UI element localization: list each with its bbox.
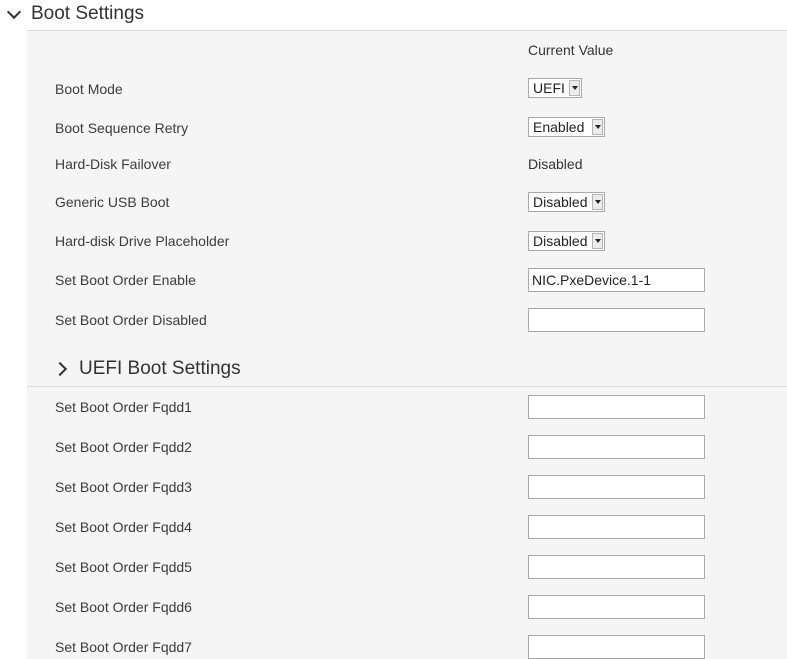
setting-label: Set Boot Order Enable <box>55 272 196 288</box>
setting-label: Set Boot Order Disabled <box>55 312 207 328</box>
setting-label: Set Boot Order Fqdd6 <box>55 599 192 615</box>
set-boot-order-fqdd1-input[interactable] <box>528 395 705 419</box>
caret-down-icon[interactable] <box>569 80 580 96</box>
select-value: Disabled <box>533 194 588 210</box>
set-boot-order-disabled-input[interactable] <box>528 308 705 332</box>
set-boot-order-fqdd6-input[interactable] <box>528 595 705 619</box>
set-boot-order-fqdd5-input[interactable] <box>528 555 705 579</box>
generic-usb-boot-select[interactable]: Disabled <box>528 192 605 212</box>
select-value: UEFI <box>533 80 565 96</box>
chevron-down-icon[interactable] <box>6 4 22 19</box>
set-boot-order-fqdd2-input[interactable] <box>528 435 705 459</box>
setting-label: Boot Sequence Retry <box>55 120 189 136</box>
setting-label: Set Boot Order Fqdd5 <box>55 559 192 575</box>
setting-label: Set Boot Order Fqdd4 <box>55 519 192 535</box>
setting-label: Set Boot Order Fqdd1 <box>55 399 192 415</box>
caret-down-icon[interactable] <box>592 233 603 249</box>
boot-mode-select[interactable]: UEFI <box>528 78 582 98</box>
setting-label: Set Boot Order Fqdd7 <box>55 639 192 655</box>
hard-disk-failover-value: Disabled <box>528 156 583 172</box>
uefi-boot-settings-header[interactable]: UEFI Boot Settings <box>27 352 787 387</box>
setting-label: Hard-disk Drive Placeholder <box>55 233 230 249</box>
boot-settings-title: Boot Settings <box>31 3 145 24</box>
setting-label: Set Boot Order Fqdd2 <box>55 439 192 455</box>
setting-label: Boot Mode <box>55 81 123 97</box>
hard-disk-drive-placeholder-select[interactable]: Disabled <box>528 231 605 251</box>
current-value-header: Current Value <box>528 42 614 58</box>
set-boot-order-fqdd4-input[interactable] <box>528 515 705 539</box>
caret-down-icon[interactable] <box>592 119 603 135</box>
setting-label: Hard-Disk Failover <box>55 156 171 172</box>
boot-settings-header[interactable]: Boot Settings <box>0 0 787 28</box>
set-boot-order-enable-input[interactable] <box>528 268 705 292</box>
select-value: Enabled <box>533 119 585 135</box>
boot-sequence-retry-select[interactable]: Enabled <box>528 117 605 137</box>
caret-down-icon[interactable] <box>592 194 603 210</box>
set-boot-order-fqdd3-input[interactable] <box>528 475 705 499</box>
select-value: Disabled <box>533 233 588 249</box>
setting-label: Set Boot Order Fqdd3 <box>55 479 192 495</box>
chevron-right-icon[interactable] <box>52 361 68 377</box>
setting-label: Generic USB Boot <box>55 194 170 210</box>
uefi-boot-settings-title: UEFI Boot Settings <box>79 358 241 379</box>
set-boot-order-fqdd7-input[interactable] <box>528 635 705 659</box>
